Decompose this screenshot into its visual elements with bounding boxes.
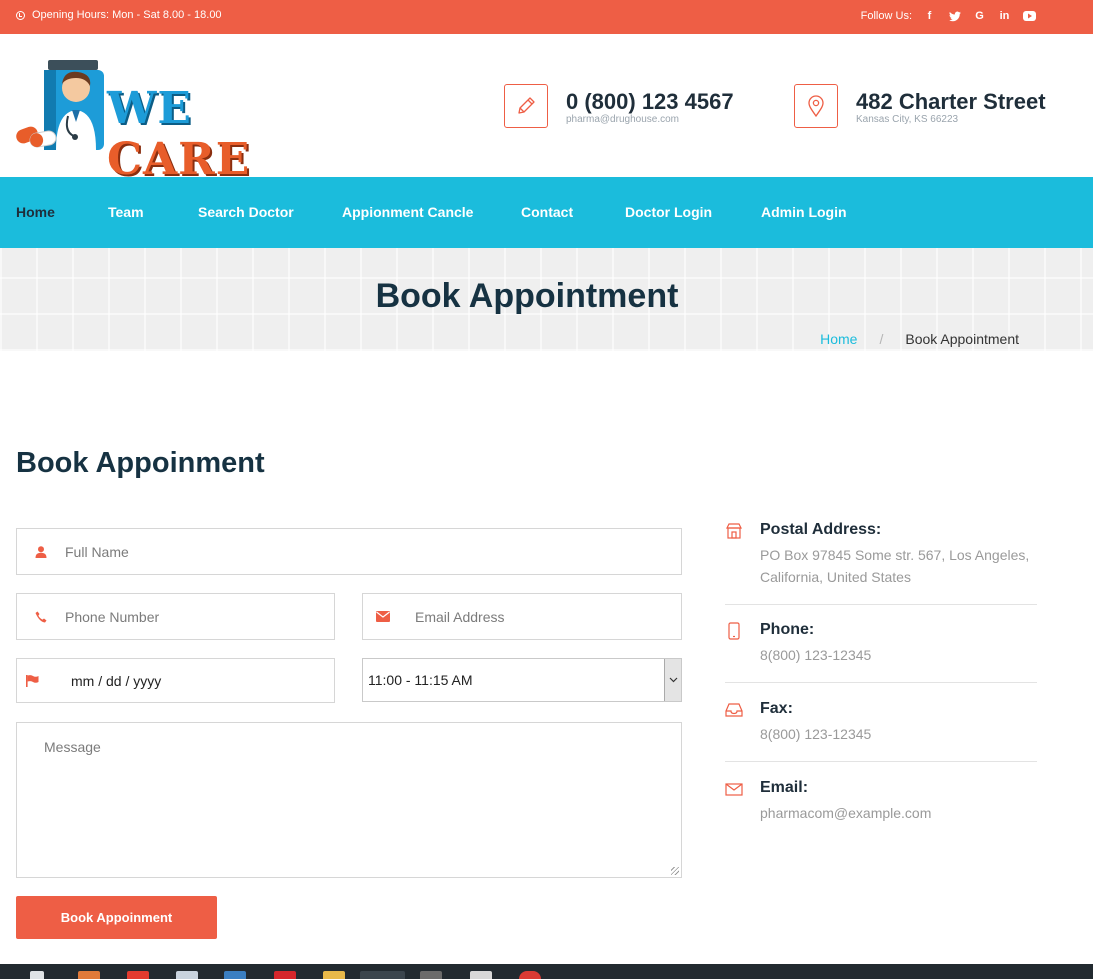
follow-us-label: Follow Us: xyxy=(860,10,912,22)
divider xyxy=(725,604,1037,605)
doctor-logo-icon xyxy=(16,60,104,150)
envelope-icon xyxy=(363,611,403,622)
header-address: 482 Charter Street xyxy=(856,88,1046,114)
time-slot-value: 11:00 - 11:15 AM xyxy=(368,672,473,688)
taskbar-search-icon[interactable] xyxy=(30,971,44,979)
taskbar-app-icon[interactable] xyxy=(470,971,492,979)
youtube-icon[interactable] xyxy=(1022,9,1037,23)
taskbar-app-icon[interactable] xyxy=(176,971,198,979)
taskbar-folder-icon[interactable] xyxy=(323,971,345,979)
book-appointment-button[interactable]: Book Appoinment xyxy=(16,896,217,939)
header-phone: 0 (800) 123 4567 xyxy=(566,88,734,114)
form-title: Book Appoinment xyxy=(16,447,265,479)
nav-team[interactable]: Team xyxy=(108,204,144,220)
header-city: Kansas City, KS 66223 xyxy=(856,113,959,125)
os-taskbar xyxy=(0,964,1093,979)
fax-value: 8(800) 123-12345 xyxy=(760,726,872,742)
divider xyxy=(725,761,1037,762)
fax-label: Fax: xyxy=(760,700,793,717)
date-field[interactable]: mm / dd / yyyy xyxy=(16,658,335,703)
nav-search-doctor[interactable]: Search Doctor xyxy=(198,204,294,220)
opening-hours: Opening Hours: Mon - Sat 8.00 - 18.00 xyxy=(16,9,222,21)
resize-handle-icon[interactable] xyxy=(671,867,679,875)
taskbar-app-icon[interactable] xyxy=(127,971,149,979)
taskbar-app-icon[interactable] xyxy=(78,971,100,979)
full-name-field[interactable] xyxy=(16,528,682,575)
flag-icon xyxy=(17,674,47,687)
phone-icon xyxy=(17,611,65,623)
mail-icon xyxy=(725,780,743,798)
breadcrumb-current: Book Appointment xyxy=(905,331,1019,347)
time-slot-select[interactable]: 11:00 - 11:15 AM xyxy=(362,658,682,702)
email-input[interactable] xyxy=(415,594,681,639)
logo-word-we: WE xyxy=(107,83,192,134)
header-phone-box: 0 (800) 123 4567 pharma@drughouse.com xyxy=(504,84,734,128)
main-nav: Home Team Search Doctor Appionment Cancl… xyxy=(0,177,1093,248)
email-block: Email: pharmacom@example.com xyxy=(725,779,1037,823)
facebook-icon[interactable]: f xyxy=(922,9,937,23)
email-value[interactable]: pharmacom@example.com xyxy=(760,802,1050,824)
inbox-icon xyxy=(725,701,743,719)
top-bar: Opening Hours: Mon - Sat 8.00 - 18.00 Fo… xyxy=(0,0,1093,34)
postal-address-block: Postal Address: PO Box 97845 Some str. 5… xyxy=(725,521,1037,591)
message-input[interactable] xyxy=(17,723,681,877)
nav-contact[interactable]: Contact xyxy=(521,204,573,220)
postal-address-label: Postal Address: xyxy=(760,521,882,538)
fax-block: Fax: 8(800) 123-12345 xyxy=(725,700,1037,744)
breadcrumb-home[interactable]: Home xyxy=(820,331,857,347)
nav-admin-login[interactable]: Admin Login xyxy=(761,204,847,220)
chevron-down-icon[interactable] xyxy=(664,659,681,701)
breadcrumb: Home / Book Appointment xyxy=(820,331,1019,347)
header-address-box: 482 Charter Street Kansas City, KS 66223 xyxy=(794,84,1046,128)
nav-appointment-cancel[interactable]: Appionment Cancle xyxy=(342,204,473,220)
email-field[interactable] xyxy=(362,593,682,640)
full-name-input[interactable] xyxy=(65,529,681,574)
phone-block: Phone: 8(800) 123-12345 xyxy=(725,621,1037,665)
opening-hours-text: Opening Hours: Mon - Sat 8.00 - 18.00 xyxy=(32,9,222,21)
date-input[interactable]: mm / dd / yyyy xyxy=(71,673,161,689)
user-icon xyxy=(17,545,65,558)
taskbar-app-icon[interactable] xyxy=(274,971,296,979)
taskbar-active-app-icon[interactable] xyxy=(360,971,405,979)
linkedin-icon[interactable]: in xyxy=(997,9,1012,23)
phone-label: Phone: xyxy=(760,621,815,638)
logo-text: WE CARE xyxy=(107,83,286,185)
phone-value: 8(800) 123-12345 xyxy=(760,647,872,663)
map-pin-icon xyxy=(794,84,838,128)
mobile-phone-icon xyxy=(725,622,743,640)
phone-field[interactable] xyxy=(16,593,335,640)
postal-address-value: PO Box 97845 Some str. 567, Los Angeles,… xyxy=(760,547,1030,585)
clock-icon xyxy=(16,10,25,20)
page-banner: Book Appointment Home / Book Appointment xyxy=(0,248,1093,351)
nav-home[interactable]: Home xyxy=(16,204,55,220)
nav-doctor-login[interactable]: Doctor Login xyxy=(625,204,712,220)
twitter-icon[interactable] xyxy=(947,9,962,23)
google-icon[interactable]: G xyxy=(972,9,987,23)
message-field[interactable] xyxy=(16,722,682,878)
header-email: pharma@drughouse.com xyxy=(566,113,679,125)
pencil-icon xyxy=(504,84,548,128)
social-links: Follow Us: f G in xyxy=(861,9,1037,23)
email-label: Email: xyxy=(760,779,809,796)
phone-input[interactable] xyxy=(65,594,334,639)
taskbar-app-icon[interactable] xyxy=(224,971,246,979)
page-title: Book Appointment xyxy=(375,277,679,315)
taskbar-app-icon[interactable] xyxy=(519,971,541,979)
divider xyxy=(725,682,1037,683)
breadcrumb-separator: / xyxy=(879,331,884,347)
taskbar-app-icon[interactable] xyxy=(420,971,442,979)
store-icon xyxy=(725,522,743,540)
logo[interactable]: WE CARE xyxy=(16,60,286,185)
site-header: WE CARE 0 (800) 123 4567 pharma@drughous… xyxy=(0,34,1093,185)
